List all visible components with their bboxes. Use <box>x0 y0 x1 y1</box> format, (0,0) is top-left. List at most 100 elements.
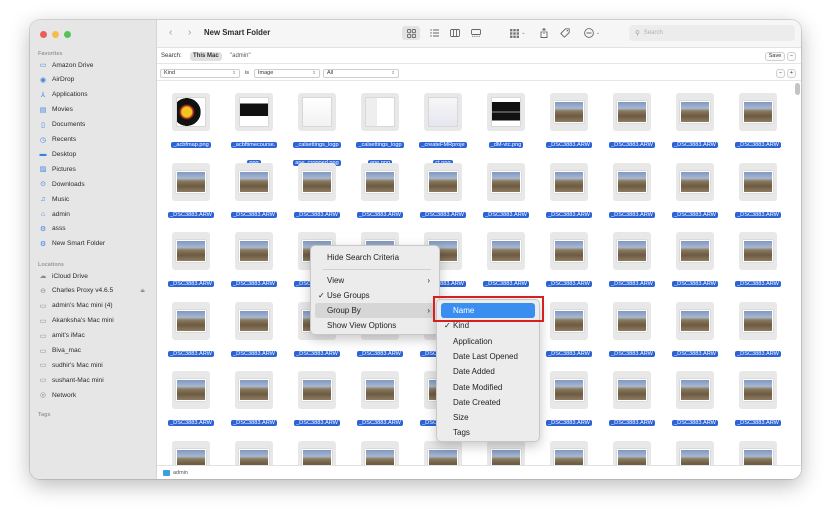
sidebar-item-new-smart-folder[interactable]: ⚙ New Smart Folder <box>39 237 151 251</box>
file-item[interactable]: _acbfmap.png <box>161 81 221 149</box>
sidebar-item-icloud-drive[interactable]: ☁ iCloud Drive <box>39 269 151 283</box>
sidebar-item-asss[interactable]: ⚙ asss <box>39 222 151 236</box>
file-item[interactable]: _DSC3883.ARW <box>224 429 284 465</box>
file-item[interactable]: _DSC3883.ARW <box>728 220 788 288</box>
group-by-option-date-created[interactable]: Date Created <box>441 395 535 410</box>
file-item[interactable]: _DSC3883.ARW <box>665 359 725 427</box>
menu-item-group-by[interactable]: Group By › <box>315 303 435 318</box>
menu-item-use-groups[interactable]: ✓ Use Groups <box>315 288 435 303</box>
file-item[interactable]: _DSC3883.ARW <box>539 290 599 358</box>
file-item[interactable]: _DSC3883.ARW <box>476 151 536 219</box>
sidebar-item-applications[interactable]: ⅄ Applications <box>39 88 151 102</box>
sidebar-item-amit-s-imac[interactable]: ▭ amit's iMac <box>39 329 151 343</box>
file-item[interactable]: _DSC3883.ARW <box>161 151 221 219</box>
remove-search-button[interactable]: − <box>787 51 796 61</box>
column-view-button[interactable] <box>448 26 462 40</box>
file-item[interactable]: _dM-vtc.png <box>476 81 536 149</box>
menu-item-show-view-options[interactable]: Show View Options <box>315 318 435 333</box>
file-item[interactable]: _DSC3883.ARW <box>224 359 284 427</box>
file-item[interactable]: _DSC3883.ARW <box>728 290 788 358</box>
file-item[interactable]: _DSC3883.ARW <box>665 220 725 288</box>
file-item[interactable]: _DSC3883.ARW <box>665 151 725 219</box>
file-item[interactable]: _DSC3883.ARW <box>539 429 599 465</box>
value-popup[interactable]: Image ⇕ <box>254 68 320 78</box>
file-item[interactable]: _DSC3883.ARW <box>161 290 221 358</box>
tags-button[interactable] <box>559 26 571 40</box>
file-item[interactable]: _DSC3883.ARW <box>350 429 410 465</box>
list-view-button[interactable] <box>427 26 441 40</box>
file-item[interactable]: _DSC3883.ARW <box>728 151 788 219</box>
file-item[interactable]: _DSC3883.ARW <box>539 151 599 219</box>
search-field[interactable]: ⚲ Search <box>629 25 795 41</box>
group-by-option-date-modified[interactable]: Date Modified <box>441 380 535 395</box>
group-by-button[interactable]: ⌄ <box>507 26 529 40</box>
file-item[interactable]: _DSC3883.ARW <box>161 429 221 465</box>
sidebar-item-biva-mac[interactable]: ▭ Biva_mac <box>39 344 151 358</box>
save-search-button[interactable]: Save <box>765 51 785 61</box>
scope-admin[interactable]: "admin" <box>230 53 251 59</box>
icon-view-button[interactable] <box>402 26 420 40</box>
file-item[interactable]: _DSC3883.ARW <box>224 290 284 358</box>
file-item[interactable]: _DSC3883.ARW <box>476 220 536 288</box>
share-button[interactable] <box>538 26 550 40</box>
file-item[interactable]: _calsettings_logpane.png <box>350 81 410 166</box>
sidebar-item-music[interactable]: ♫ Music <box>39 192 151 206</box>
file-item[interactable]: _DSC3883.ARW <box>728 359 788 427</box>
scope-this-mac[interactable]: This Mac <box>190 51 222 61</box>
group-by-option-size[interactable]: Size <box>441 410 535 425</box>
sidebar-item-admin[interactable]: ⌂ admin <box>39 207 151 221</box>
eject-icon[interactable]: ⏏ <box>140 288 145 294</box>
file-item[interactable]: _DSC3883.ARW <box>602 429 662 465</box>
sidebar-item-airdrop[interactable]: ◉ AirDrop <box>39 73 151 87</box>
path-folder[interactable]: admin <box>173 470 188 476</box>
file-item[interactable]: _DSC3883.ARW <box>413 151 473 219</box>
sidebar-item-pictures[interactable]: ▨ Pictures <box>39 162 151 176</box>
forward-button[interactable]: › <box>188 27 191 38</box>
sidebar-item-desktop[interactable]: ▬ Desktop <box>39 147 151 161</box>
file-item[interactable]: _DSC3883.ARW <box>728 81 788 149</box>
sidebar-item-network[interactable]: ◎ Network <box>39 388 151 402</box>
sidebar-item-sushant-mac-mini[interactable]: ▭ sushant-Mac mini <box>39 373 151 387</box>
file-item[interactable]: _DSC3883.ARW <box>224 151 284 219</box>
sidebar-item-documents[interactable]: ▯ Documents <box>39 118 151 132</box>
sidebar-item-amazon-drive[interactable]: ▭ Amazon Drive <box>39 58 151 72</box>
group-by-option-date-last-opened[interactable]: Date Last Opened <box>441 349 535 364</box>
file-item[interactable]: _DSC3883.ARW <box>224 220 284 288</box>
file-item[interactable]: _DSC3883.ARW <box>665 429 725 465</box>
file-item[interactable]: _DSC3883.ARW <box>602 220 662 288</box>
file-item[interactable]: _DSC3883.ARW <box>287 151 347 219</box>
zoom-button[interactable] <box>64 31 71 38</box>
action-button[interactable]: ⌄ <box>581 26 603 40</box>
group-by-option-date-added[interactable]: Date Added <box>441 364 535 379</box>
file-item[interactable]: _DSC3883.ARW <box>350 359 410 427</box>
file-item[interactable]: _createFMRproject.png <box>413 81 473 166</box>
subvalue-popup[interactable]: All ⇕ <box>323 68 399 78</box>
menu-item-hide-search-criteria[interactable]: Hide Search Criteria <box>315 250 435 265</box>
file-item[interactable]: _acbftimecourse.png <box>224 81 284 166</box>
file-item[interactable]: _DSC3883.ARW <box>728 429 788 465</box>
file-item[interactable]: _DSC3883.ARW <box>602 151 662 219</box>
file-item[interactable]: _DSC3883.ARW <box>350 151 410 219</box>
group-by-option-tags[interactable]: Tags <box>441 425 535 440</box>
file-item[interactable]: _DSC3883.ARW <box>665 290 725 358</box>
close-button[interactable] <box>40 31 47 38</box>
remove-criterion-button[interactable]: − <box>776 68 785 78</box>
back-button[interactable]: ‹ <box>169 27 172 38</box>
file-item[interactable]: _DSC3883.ARW <box>665 81 725 149</box>
file-item[interactable]: _DSC3883.ARW <box>539 359 599 427</box>
menu-item-view[interactable]: View › <box>315 273 435 288</box>
minimize-button[interactable] <box>52 31 59 38</box>
sidebar-item-charles-proxy-v4-6-5[interactable]: ⊖ Charles Proxy v4.6.5 ⏏ <box>39 284 151 298</box>
sidebar-item-akanksha-s-mac-mini[interactable]: ▭ Akanksha's Mac mini <box>39 314 151 328</box>
vertical-scrollbar[interactable] <box>795 83 800 95</box>
file-item[interactable]: _DSC3883.ARW <box>539 81 599 149</box>
file-item[interactable]: _DSC3883.ARW <box>539 220 599 288</box>
add-criterion-button[interactable]: + <box>787 68 796 78</box>
file-item[interactable]: _DSC3883.ARW <box>287 429 347 465</box>
attribute-popup[interactable]: Kind ⇕ <box>160 68 240 78</box>
file-item[interactable]: _DSC3883.ARW <box>287 359 347 427</box>
file-item[interactable]: _DSC3883.ARW <box>161 359 221 427</box>
sidebar-item-recents[interactable]: ◷ Recents <box>39 133 151 147</box>
sidebar-item-sudhir-s-mac-mini[interactable]: ▭ sudhir's Mac mini <box>39 358 151 372</box>
file-item[interactable]: _DSC3883.ARW <box>602 290 662 358</box>
